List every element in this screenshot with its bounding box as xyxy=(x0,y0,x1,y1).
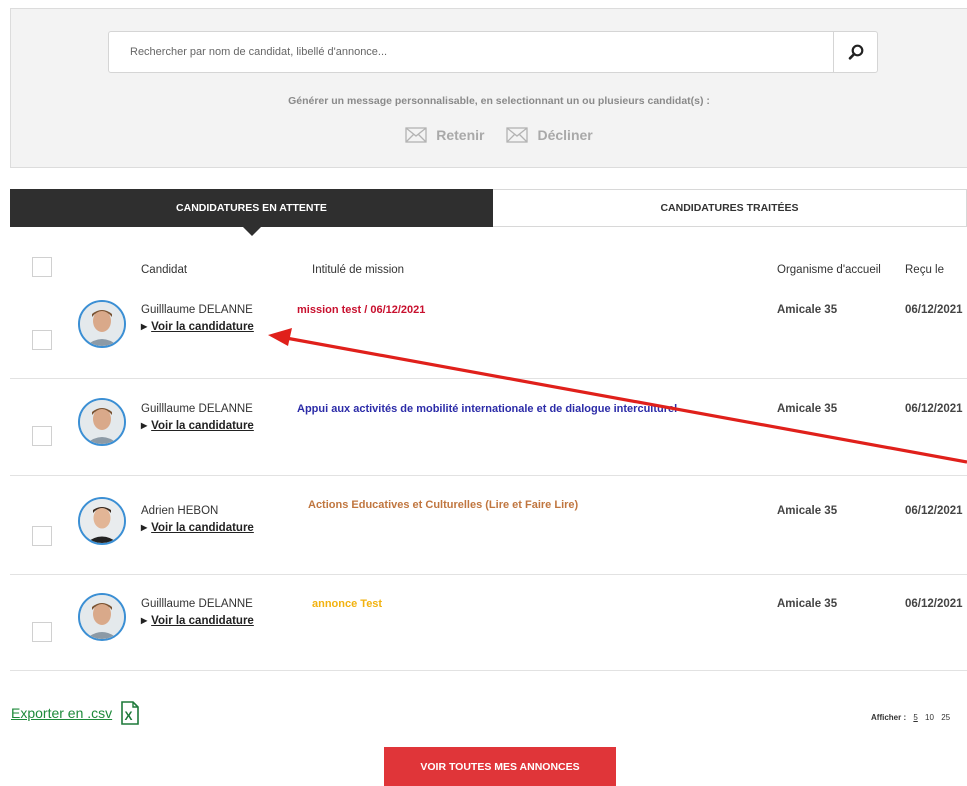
page-size-option[interactable]: 10 xyxy=(925,713,934,722)
mission-title[interactable]: annonce Test xyxy=(312,598,382,610)
select-all-checkbox[interactable] xyxy=(32,257,52,277)
column-candidate: Candidat xyxy=(141,264,188,276)
message-actions: Retenir Décliner xyxy=(11,127,967,143)
received-date: 06/12/2021 xyxy=(905,403,963,415)
page-size-option[interactable]: 25 xyxy=(941,713,950,722)
column-received: Reçu le xyxy=(905,264,944,276)
svg-text:X: X xyxy=(125,709,133,723)
column-mission: Intitulé de mission xyxy=(312,264,405,276)
organisation: Amicale 35 xyxy=(777,505,838,517)
generate-message-label: Générer un message personnalisable, en s… xyxy=(288,95,710,107)
candidate-name: Guilllaume DELANNE xyxy=(141,304,253,316)
mission-title[interactable]: Actions Educatives et Culturelles (Lire … xyxy=(308,499,578,511)
decline-button[interactable]: Décliner xyxy=(506,127,593,143)
received-date: 06/12/2021 xyxy=(905,304,963,316)
retain-button[interactable]: Retenir xyxy=(405,127,484,143)
table-row: Guilllaume DELANNE ▶ Voir la candidature … xyxy=(10,575,967,670)
table-row: Guilllaume DELANNE ▶ Voir la candidature … xyxy=(10,379,967,475)
organisation: Amicale 35 xyxy=(777,403,838,415)
mission-title[interactable]: mission test / 06/12/2021 xyxy=(297,304,425,316)
triangle-icon: ▶ xyxy=(141,523,148,532)
search-icon xyxy=(848,44,863,60)
export-csv-link[interactable]: Exporter en .csv X xyxy=(11,701,140,725)
view-candidature-link[interactable]: ▶ Voir la candidature xyxy=(141,321,254,333)
active-tab-caret xyxy=(243,227,261,236)
triangle-icon: ▶ xyxy=(141,616,148,625)
mission-title[interactable]: Appui aux activités de mobilité internat… xyxy=(297,403,677,415)
view-candidature-link[interactable]: ▶ Voir la candidature xyxy=(141,615,254,627)
avatar xyxy=(78,497,126,545)
organisation: Amicale 35 xyxy=(777,598,838,610)
envelope-icon xyxy=(405,127,427,143)
view-candidature-link[interactable]: ▶ Voir la candidature xyxy=(141,522,254,534)
retain-label: Retenir xyxy=(436,127,485,143)
view-candidature-label[interactable]: Voir la candidature xyxy=(151,522,254,534)
avatar xyxy=(78,398,126,446)
tab-processed[interactable]: CANDIDATURES TRAITÉES xyxy=(493,189,967,227)
avatar xyxy=(78,593,126,641)
search-button[interactable] xyxy=(833,32,877,72)
search-input[interactable] xyxy=(109,32,835,72)
row-checkbox[interactable] xyxy=(32,330,52,350)
received-date: 06/12/2021 xyxy=(905,598,963,610)
organisation: Amicale 35 xyxy=(777,304,838,316)
table-header: Candidat Intitulé de mission Organisme d… xyxy=(10,256,967,286)
export-csv-label: Exporter en .csv xyxy=(11,705,113,721)
row-checkbox[interactable] xyxy=(32,526,52,546)
view-candidature-label[interactable]: Voir la candidature xyxy=(151,420,254,432)
page-size-option[interactable]: 5 xyxy=(913,713,917,722)
table-row: Adrien HEBON ▶ Voir la candidature Action… xyxy=(10,476,967,574)
candidate-name: Guilllaume DELANNE xyxy=(141,598,253,610)
view-candidature-label[interactable]: Voir la candidature xyxy=(151,615,254,627)
tab-processed-label: CANDIDATURES TRAITÉES xyxy=(660,202,799,214)
excel-icon: X xyxy=(121,701,139,725)
triangle-icon: ▶ xyxy=(141,322,148,331)
candidate-name: Adrien HEBON xyxy=(141,505,219,517)
page-size-selector: Afficher : 5 10 25 xyxy=(871,713,950,722)
table-row: Guilllaume DELANNE ▶ Voir la candidature … xyxy=(10,288,967,378)
page-size-label: Afficher : xyxy=(871,713,907,722)
search-panel: Générer un message personnalisable, en s… xyxy=(10,8,967,168)
candidature-tabs: CANDIDATURES EN ATTENTE CANDIDATURES TRA… xyxy=(10,189,967,236)
received-date: 06/12/2021 xyxy=(905,505,963,517)
search-box xyxy=(108,31,878,73)
envelope-icon xyxy=(506,127,529,143)
tab-pending[interactable]: CANDIDATURES EN ATTENTE xyxy=(10,189,493,236)
decline-label: Décliner xyxy=(537,127,593,143)
view-candidature-link[interactable]: ▶ Voir la candidature xyxy=(141,420,254,432)
row-checkbox[interactable] xyxy=(32,426,52,446)
view-candidature-label[interactable]: Voir la candidature xyxy=(151,321,254,333)
candidate-name: Guilllaume DELANNE xyxy=(141,403,253,415)
row-divider xyxy=(10,670,967,671)
tab-pending-label: CANDIDATURES EN ATTENTE xyxy=(176,202,327,214)
column-organisation: Organisme d'accueil xyxy=(777,264,881,276)
view-all-ads-button[interactable]: VOIR TOUTES MES ANNONCES xyxy=(384,747,616,786)
avatar xyxy=(78,300,126,348)
triangle-icon: ▶ xyxy=(141,421,148,430)
row-checkbox[interactable] xyxy=(32,622,52,642)
